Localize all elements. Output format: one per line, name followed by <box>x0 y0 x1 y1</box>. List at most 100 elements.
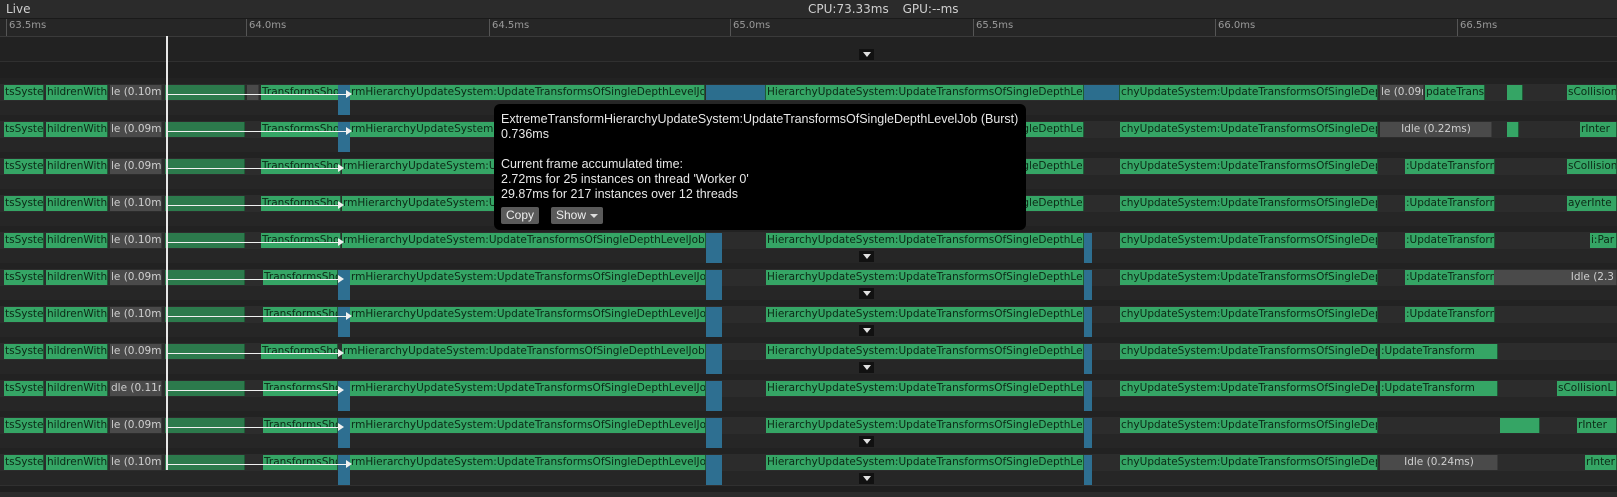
job-block[interactable]: hildrenWithC <box>46 344 108 359</box>
job-block[interactable]: chyUpdateSystem:UpdateTransformsOfSingle… <box>1120 196 1378 211</box>
job-block[interactable]: HierarchyUpdateSystem:UpdateTransformsOf… <box>766 381 1084 396</box>
job-block[interactable]: TransformsSho <box>263 270 338 285</box>
job-block[interactable] <box>165 233 245 248</box>
job-block[interactable]: TransformsSho <box>263 381 338 396</box>
job-block[interactable]: HierarchyUpdateSystem:UpdateTransformsOf… <box>766 233 1084 248</box>
job-block[interactable]: :UpdateTransform <box>1405 307 1495 322</box>
job-block[interactable] <box>1507 122 1519 137</box>
job-block[interactable]: rmHierarchyUpdateSystem:UpdateTransforms… <box>350 270 706 285</box>
job-block[interactable]: tsSystem <box>4 122 44 137</box>
job-block[interactable]: hildrenWithC <box>46 85 108 100</box>
worker-thread-lane[interactable]: tsSystem hildrenWithC le (0.10m Transfor… <box>0 300 1617 338</box>
job-block[interactable]: rInter <box>1585 455 1617 470</box>
job-block[interactable]: TransformsSho <box>263 418 338 433</box>
job-block[interactable]: HierarchyUpdateSystem:UpdateTransformsOf… <box>766 418 1084 433</box>
idle-block[interactable]: le (0.09m <box>110 159 162 174</box>
job-block[interactable]: tsSystem <box>4 344 44 359</box>
expand-thread-button[interactable] <box>859 362 874 373</box>
job-block[interactable]: hildrenWithC <box>46 270 108 285</box>
idle-block[interactable]: Idle (0.24ms) <box>1380 455 1498 470</box>
expand-thread-button[interactable] <box>859 49 874 60</box>
job-block[interactable] <box>165 270 245 285</box>
job-block[interactable]: TransformsSho <box>261 85 349 100</box>
idle-block[interactable]: le (0.10m <box>110 85 162 100</box>
job-block[interactable]: hildrenWithC <box>46 122 108 137</box>
job-block[interactable]: rmHierarchyUpdateSystem:UpdateTransforms… <box>350 307 706 322</box>
expand-thread-button[interactable] <box>859 288 874 299</box>
job-block[interactable]: tsSystem <box>4 270 44 285</box>
job-block[interactable]: sCollisionL <box>1567 85 1617 100</box>
job-block[interactable]: HierarchyUpdateSystem:UpdateTransformsOf… <box>766 270 1084 285</box>
job-block[interactable]: TransformsSho <box>261 159 341 174</box>
worker-thread-lane[interactable]: tsSystem hildrenWithC dle (0.11ms Transf… <box>0 374 1617 412</box>
job-block[interactable]: tsSystem <box>4 85 44 100</box>
job-block[interactable]: ayerInte <box>1567 196 1617 211</box>
job-block[interactable]: HierarchyUpdateSystem:UpdateTransformsOf… <box>766 455 1084 470</box>
job-block[interactable] <box>165 196 245 211</box>
sync-block[interactable] <box>1084 85 1120 100</box>
idle-block[interactable]: Idle (0.22ms) <box>1380 122 1492 137</box>
expand-thread-button[interactable] <box>859 325 874 336</box>
job-block[interactable]: rmHierarchyUpdateSystem:UpdateTransforms… <box>342 233 706 248</box>
idle-block[interactable]: le (0.09m <box>110 344 162 359</box>
job-block[interactable]: TransformsSho <box>263 455 338 470</box>
job-block[interactable]: pdateTransfo <box>1425 85 1485 100</box>
job-block[interactable]: rmHierarchyUpdateSystem:UpdateTransforms… <box>350 455 706 470</box>
job-block[interactable]: :UpdateTransform <box>1380 344 1498 359</box>
job-block[interactable]: chyUpdateSystem:UpdateTransformsOfSingle… <box>1120 122 1378 137</box>
sync-block[interactable] <box>706 85 766 100</box>
worker-thread-lane[interactable]: tsSystem hildrenWithC le (0.09m Transfor… <box>0 411 1617 449</box>
job-block[interactable]: hildrenWithC <box>46 381 108 396</box>
job-block[interactable] <box>1500 418 1540 433</box>
idle-block[interactable]: le (0.10m <box>110 455 162 470</box>
job-block[interactable]: rmHierarchyUpdateSystem:UpdateTransforms… <box>350 381 706 396</box>
job-block[interactable]: hildrenWithC <box>46 307 108 322</box>
worker-thread-lane[interactable]: tsSystem hildrenWithC le (0.09m Transfor… <box>0 263 1617 301</box>
job-block[interactable]: chyUpdateSystem:UpdateTransformsOfSingle… <box>1120 233 1378 248</box>
job-block[interactable]: rInter <box>1577 418 1617 433</box>
worker-thread-lane[interactable]: tsSystem hildrenWithC le (0.10m Transfor… <box>0 448 1617 486</box>
job-block[interactable]: hildrenWithC <box>46 196 108 211</box>
expand-thread-button[interactable] <box>859 251 874 262</box>
job-block[interactable]: :UpdateTransform <box>1405 159 1495 174</box>
job-block[interactable]: sCollisionL <box>1557 381 1617 396</box>
job-block[interactable]: TransformsSho <box>261 196 341 211</box>
job-block[interactable]: rmHierarchyUpdateSystem:UpdateTransforms… <box>350 418 706 433</box>
job-block[interactable] <box>165 307 245 322</box>
job-block[interactable]: chyUpdateSystem:UpdateTransformsOfSingle… <box>1120 307 1378 322</box>
thread-lane-header[interactable] <box>0 37 1617 62</box>
job-block[interactable]: HierarchyUpdateSystem:UpdateTransformsOf… <box>766 307 1084 322</box>
job-block[interactable]: chyUpdateSystem:UpdateTransformsOfSingle… <box>1120 85 1378 100</box>
idle-block[interactable] <box>247 85 259 100</box>
job-block[interactable]: :UpdateTransform <box>1405 196 1495 211</box>
job-block[interactable]: tsSystem <box>4 196 44 211</box>
selection-cursor-line[interactable] <box>166 36 168 470</box>
job-block[interactable]: chyUpdateSystem:UpdateTransformsOfSingle… <box>1120 270 1378 285</box>
idle-block[interactable]: le (0.09m <box>110 418 162 433</box>
idle-block[interactable]: dle (0.11ms <box>110 381 162 396</box>
job-block[interactable]: :UpdateTransform <box>1405 233 1495 248</box>
job-block[interactable]: rmHierarchyUpdateSystem:UpdateTransforms… <box>350 85 705 100</box>
copy-button[interactable]: Copy <box>501 207 540 224</box>
job-block[interactable]: hildrenWithC <box>46 455 108 470</box>
job-block[interactable]: chyUpdateSystem:UpdateTransformsOfSingle… <box>1120 344 1378 359</box>
job-block[interactable]: hildrenWithC <box>46 418 108 433</box>
job-block[interactable]: rInter <box>1580 122 1617 137</box>
live-mode-tab[interactable]: Live <box>6 2 31 16</box>
job-block[interactable]: HierarchyUpdateSystem:UpdateTransformsOf… <box>766 85 1084 100</box>
show-dropdown[interactable]: Show <box>551 207 604 224</box>
expand-thread-button[interactable] <box>859 473 874 484</box>
job-block[interactable]: chyUpdateSystem:UpdateTransformsOfSingle… <box>1120 418 1378 433</box>
job-block[interactable] <box>165 455 245 470</box>
job-block[interactable]: sCollisionL <box>1567 159 1617 174</box>
idle-block[interactable]: le (0.10m <box>110 196 162 211</box>
job-block[interactable]: tsSystem <box>4 455 44 470</box>
idle-block[interactable]: le (0.09m <box>110 270 162 285</box>
job-block[interactable]: chyUpdateSystem:UpdateTransformsOfSingle… <box>1120 455 1378 470</box>
job-block[interactable] <box>165 122 245 137</box>
job-block[interactable]: TransformsSho <box>263 307 338 322</box>
job-block[interactable]: tsSystem <box>4 418 44 433</box>
job-block[interactable]: tsSystem <box>4 381 44 396</box>
idle-block[interactable]: le (0.09m <box>110 122 162 137</box>
job-block[interactable] <box>165 418 245 433</box>
